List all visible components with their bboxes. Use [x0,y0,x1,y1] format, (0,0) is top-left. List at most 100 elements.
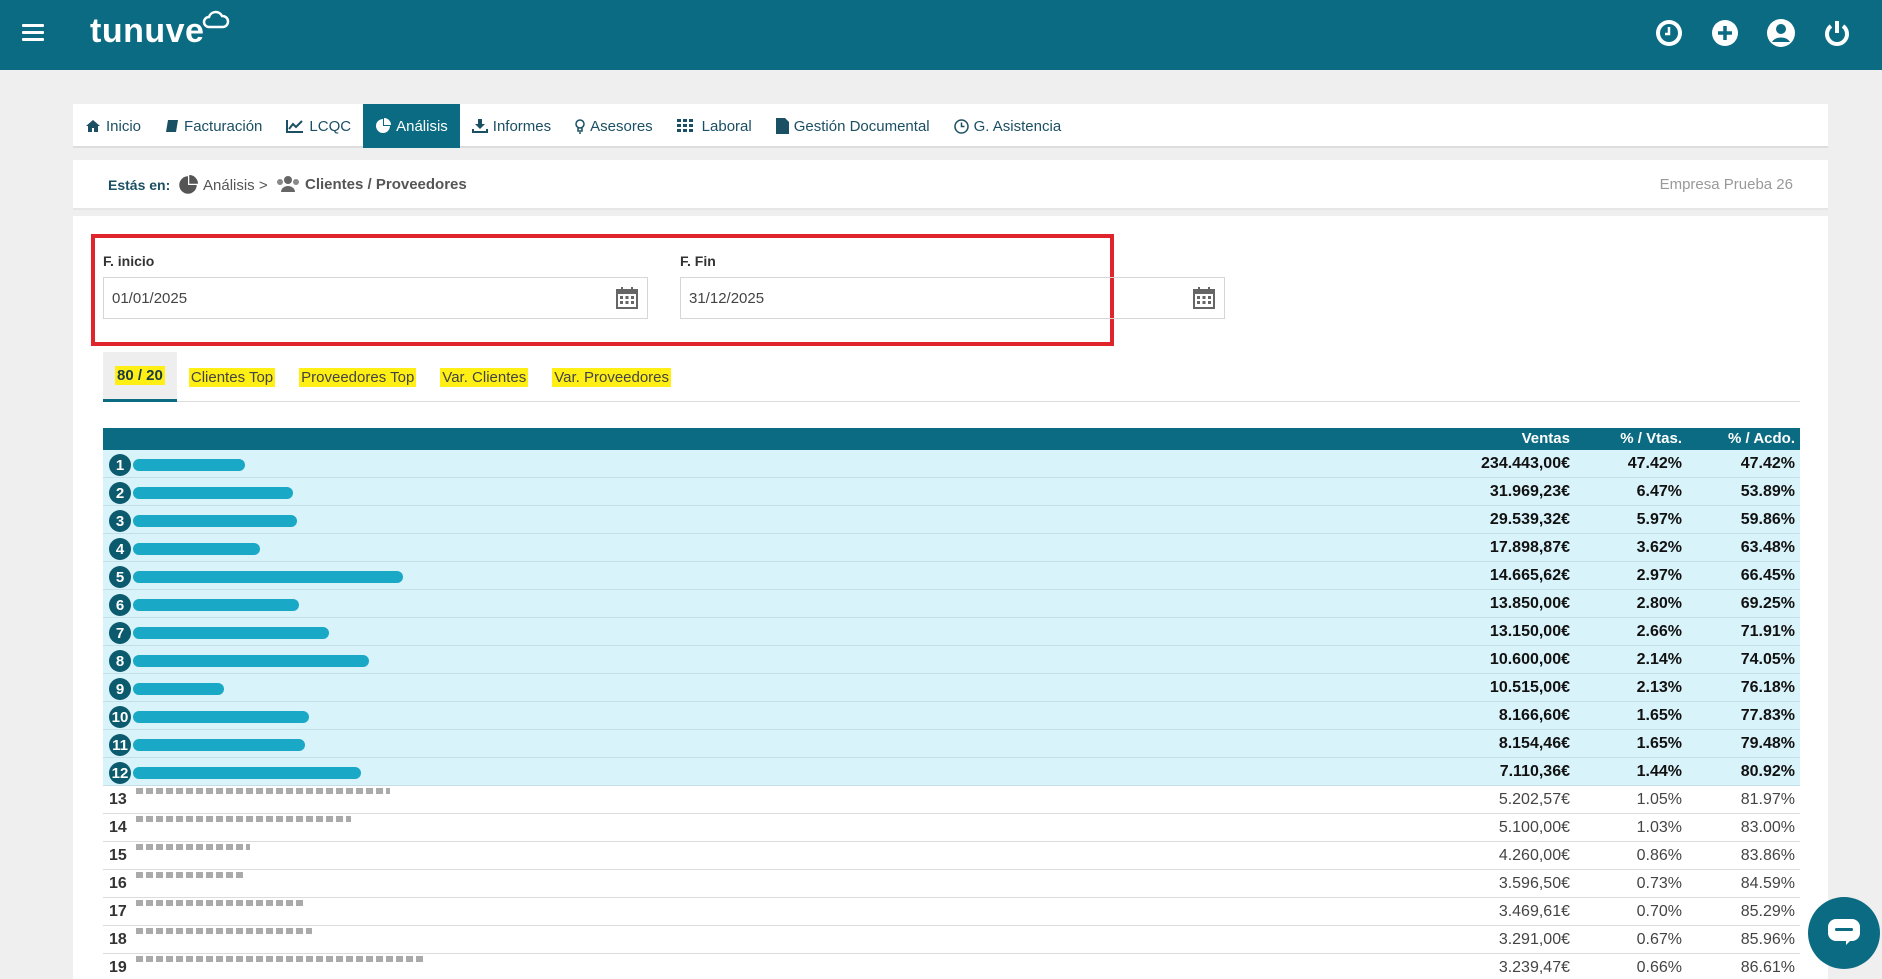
tab-facturacion[interactable]: Facturación [153,104,274,148]
cell-pct-vtas: 5.97% [1636,511,1682,528]
table-row[interactable]: 14 5.100,00€ 1.03% 83.00% [103,814,1800,842]
cell-pct-acdo: 83.86% [1740,847,1795,864]
subtab-label: Var. Clientes [440,367,529,387]
cell-ventas: 8.166,60€ [1498,707,1570,724]
cell-ventas: 234.443,00€ [1481,455,1570,472]
calendar-icon[interactable] [615,286,639,310]
tab-laboral[interactable]: Laboral [665,104,764,148]
cell-pct-acdo: 79.48% [1740,735,1795,752]
cell-pct-vtas: 2.66% [1636,623,1682,640]
user-account-icon[interactable] [1764,16,1798,50]
table-row[interactable]: 4 17.898,87€ 3.62% 63.48% [103,534,1800,562]
history-clock-icon[interactable] [1652,16,1686,50]
tab-informes[interactable]: Informes [460,104,563,148]
cell-ventas: 31.969,23€ [1489,483,1570,500]
subtab-proveedores-top[interactable]: Proveedores Top [287,352,428,402]
breadcrumb-analisis[interactable]: Análisis > [178,175,268,195]
redacted-name [133,571,403,583]
table-row[interactable]: 18 3.291,00€ 0.67% 85.96% [103,926,1800,954]
tab-g-asistencia[interactable]: G. Asistencia [942,104,1074,148]
table-row[interactable]: 17 3.469,61€ 0.70% 85.29% [103,898,1800,926]
table-row[interactable]: 15 4.260,00€ 0.86% 83.86% [103,842,1800,870]
subtab-var-clientes[interactable]: Var. Clientes [428,352,540,402]
cell-pct-acdo: 84.59% [1740,875,1795,892]
cell-pct-acdo: 76.18% [1740,679,1795,696]
rank-badge: 9 [109,678,131,700]
cell-pct-acdo: 80.92% [1740,763,1795,780]
table-row[interactable]: 19 3.239,47€ 0.66% 86.61% [103,954,1800,979]
table-row[interactable]: 11 8.154,46€ 1.65% 79.48% [103,730,1800,758]
table-row[interactable]: 5 14.665,62€ 2.97% 66.45% [103,562,1800,590]
table-body: 1 234.443,00€ 47.42% 47.42% 2 31.969,23€ 6.47%… [103,450,1800,979]
cell-pct-acdo: 63.48% [1740,539,1795,556]
cell-ventas: 3.596,50€ [1498,875,1570,892]
table-row[interactable]: 10 8.166,60€ 1.65% 77.83% [103,702,1800,730]
tab-label: Facturación [184,117,263,135]
header-pct-acdo[interactable]: % / Acdo. [1728,430,1795,447]
tab-label: Asesores [590,117,653,135]
chat-button[interactable] [1808,897,1880,969]
subtab-var-proveedores[interactable]: Var. Proveedores [540,352,683,402]
redacted-name [136,928,312,934]
cell-ventas: 17.898,87€ [1489,539,1570,556]
line-chart-icon [286,120,304,133]
redacted-name [133,627,329,639]
redacted-name [136,872,243,878]
cell-ventas: 13.150,00€ [1489,623,1570,640]
rank-badge: 5 [109,566,131,588]
hamburger-menu-icon[interactable] [22,24,44,42]
table-row[interactable]: 13 5.202,57€ 1.05% 81.97% [103,786,1800,814]
home-icon [86,120,100,132]
rank-badge: 7 [109,622,131,644]
clock-icon [953,118,969,134]
table-row[interactable]: 9 10.515,00€ 2.13% 76.18% [103,674,1800,702]
tab-lcqc[interactable]: LCQC [274,104,363,148]
header-pct-vtas[interactable]: % / Vtas. [1620,430,1682,447]
cell-pct-vtas: 0.67% [1636,931,1682,948]
tab-label: G. Asistencia [973,117,1062,135]
redacted-name [133,599,299,611]
tab-gestion-documental[interactable]: Gestión Documental [764,104,942,148]
rank-badge: 4 [109,538,131,560]
start-date-value: 01/01/2025 [112,289,188,307]
cell-pct-acdo: 74.05% [1740,651,1795,668]
calendar-icon[interactable] [1192,286,1216,310]
subtab-80-20[interactable]: 80 / 20 [103,352,177,402]
redacted-name [133,459,245,471]
end-date-input[interactable]: 31/12/2025 [680,277,1225,319]
end-date-field: F. Fin 31/12/2025 [680,253,1225,319]
table-row[interactable]: 16 3.596,50€ 0.73% 84.59% [103,870,1800,898]
start-date-input[interactable]: 01/01/2025 [103,277,648,319]
power-off-icon[interactable] [1820,16,1854,50]
company-name: Empresa Prueba 26 [1659,176,1793,193]
tab-asesores[interactable]: Asesores [563,104,665,148]
cell-pct-acdo: 77.83% [1740,707,1795,724]
add-circle-icon[interactable] [1708,16,1742,50]
subtab-clientes-top[interactable]: Clientes Top [177,352,287,402]
cell-ventas: 3.291,00€ [1498,931,1570,948]
table-row[interactable]: 2 31.969,23€ 6.47% 53.89% [103,478,1800,506]
table-row[interactable]: 3 29.539,32€ 5.97% 59.86% [103,506,1800,534]
rank-badge: 12 [109,762,131,784]
table-row[interactable]: 7 13.150,00€ 2.66% 71.91% [103,618,1800,646]
tab-analisis[interactable]: Análisis [363,104,460,148]
redacted-name [133,543,260,555]
main-panel: F. inicio 01/01/2025 F. Fin 31/12/2025 8… [73,216,1828,979]
cell-pct-vtas: 1.65% [1636,707,1682,724]
table-row[interactable]: 1 234.443,00€ 47.42% 47.42% [103,450,1800,478]
table-row[interactable]: 8 10.600,00€ 2.14% 74.05% [103,646,1800,674]
redacted-name [133,767,361,779]
cell-pct-vtas: 0.66% [1636,959,1682,976]
table-row[interactable]: 12 7.110,36€ 1.44% 80.92% [103,758,1800,786]
cell-ventas: 13.850,00€ [1489,595,1570,612]
cell-pct-vtas: 2.80% [1636,595,1682,612]
header-ventas[interactable]: Ventas [1522,430,1570,447]
users-icon [277,176,299,192]
redacted-name [133,683,224,695]
cell-pct-acdo: 59.86% [1740,511,1795,528]
table-row[interactable]: 6 13.850,00€ 2.80% 69.25% [103,590,1800,618]
cloud-icon [202,10,230,29]
app-logo[interactable]: tunuve [90,12,204,51]
tab-inicio[interactable]: Inicio [73,104,153,148]
redacted-name [133,655,369,667]
